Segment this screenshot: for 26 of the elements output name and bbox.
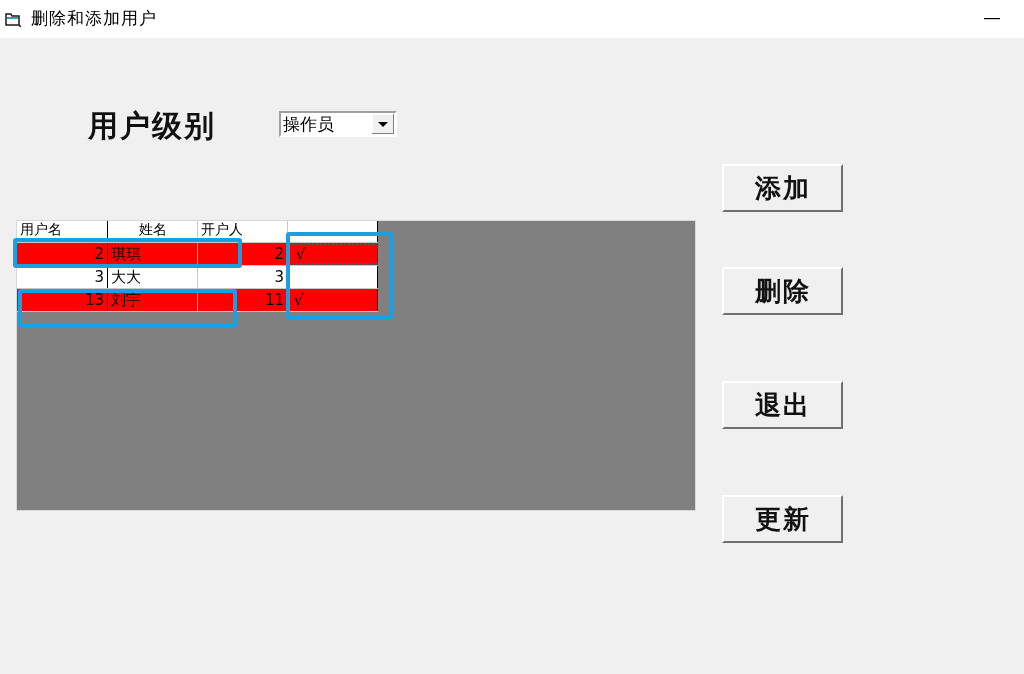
column-header[interactable]: 姓名 bbox=[138, 221, 167, 237]
action-button[interactable]: 删除 bbox=[722, 267, 843, 315]
window-title: 删除和添加用户 bbox=[31, 7, 157, 31]
caret-icon[interactable] bbox=[372, 114, 394, 134]
table-cell: 刘宇 bbox=[111, 291, 141, 309]
column-header[interactable]: 用户名 bbox=[20, 221, 62, 237]
table-cell: √ bbox=[294, 291, 304, 309]
window-icon bbox=[5, 11, 21, 27]
table-cell: √ bbox=[296, 245, 306, 263]
user-level-dropdown[interactable]: 操作员 bbox=[279, 111, 397, 137]
action-button[interactable]: 更新 bbox=[722, 495, 843, 543]
column-header[interactable]: 开户人 bbox=[201, 221, 243, 237]
table-row[interactable]: 2 琪琪 2 √ bbox=[17, 243, 378, 266]
table-cell: 3 bbox=[94, 268, 104, 286]
table-cell: 13 bbox=[84, 291, 104, 309]
table-cell: 2 bbox=[274, 245, 284, 263]
user-level-label: 用户级别 bbox=[88, 110, 217, 142]
table-cell: 琪琪 bbox=[111, 245, 141, 263]
table-row[interactable]: 3 大大 3 bbox=[17, 266, 378, 289]
minimize-icon[interactable] bbox=[984, 18, 1000, 20]
action-button[interactable]: 退出 bbox=[722, 381, 843, 429]
action-button[interactable]: 添加 bbox=[722, 164, 843, 212]
table-cell: 3 bbox=[274, 268, 284, 286]
table-cell: 大大 bbox=[111, 268, 141, 286]
table-cell: 11 bbox=[264, 291, 284, 309]
table-cell: 2 bbox=[94, 245, 104, 263]
